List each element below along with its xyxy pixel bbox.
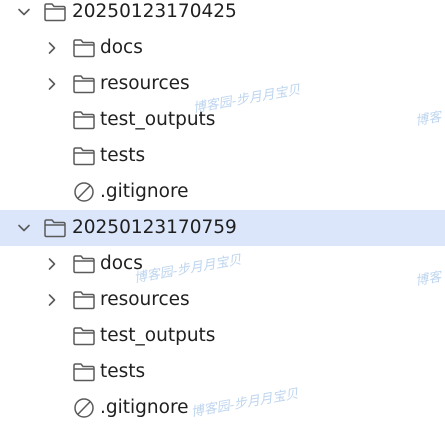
chevron-right-icon[interactable] [42,66,62,102]
tree-row-folder-20250123170759[interactable]: 20250123170759 [0,210,445,246]
folder-icon [43,217,67,239]
tree-row-label: .gitignore [100,181,189,202]
tree-row-folder-test-outputs[interactable]: test_outputs [0,102,445,138]
tree-row-file-gitignore[interactable]: .gitignore [0,390,445,424]
ignored-file-icon [72,397,96,419]
chevron-right-icon[interactable] [42,30,62,66]
chevron-down-icon[interactable] [14,0,34,30]
ignored-file-icon [72,181,96,203]
folder-icon [72,109,96,131]
tree-row-folder-docs[interactable]: docs [0,246,445,282]
folder-icon [72,325,96,347]
tree-row-folder-tests[interactable]: tests [0,138,445,174]
tree-row-file-gitignore[interactable]: .gitignore [0,174,445,210]
tree-row-folder-test-outputs[interactable]: test_outputs [0,318,445,354]
folder-icon [72,73,96,95]
tree-row-label: resources [100,73,190,94]
tree-row-label: 20250123170759 [72,217,237,238]
tree-row-folder-tests[interactable]: tests [0,354,445,390]
folder-icon [72,361,96,383]
folder-icon [72,145,96,167]
file-tree: 20250123170425 docs resources test_outpu… [0,0,445,424]
chevron-down-icon[interactable] [14,210,34,246]
tree-row-folder-resources[interactable]: resources [0,282,445,318]
tree-row-label: docs [100,37,143,58]
chevron-right-icon[interactable] [42,282,62,318]
folder-icon [72,289,96,311]
tree-row-label: docs [100,253,143,274]
tree-row-label: test_outputs [100,109,216,130]
tree-row-label: .gitignore [100,397,189,418]
folder-icon [43,1,67,23]
tree-row-folder-docs[interactable]: docs [0,30,445,66]
tree-row-folder-20250123170425[interactable]: 20250123170425 [0,0,445,30]
chevron-right-icon[interactable] [42,246,62,282]
folder-icon [72,37,96,59]
tree-row-label: test_outputs [100,325,216,346]
folder-icon [72,253,96,275]
tree-row-folder-resources[interactable]: resources [0,66,445,102]
tree-row-label: tests [100,361,146,382]
tree-row-label: tests [100,145,146,166]
tree-row-label: 20250123170425 [72,1,237,22]
tree-row-label: resources [100,289,190,310]
